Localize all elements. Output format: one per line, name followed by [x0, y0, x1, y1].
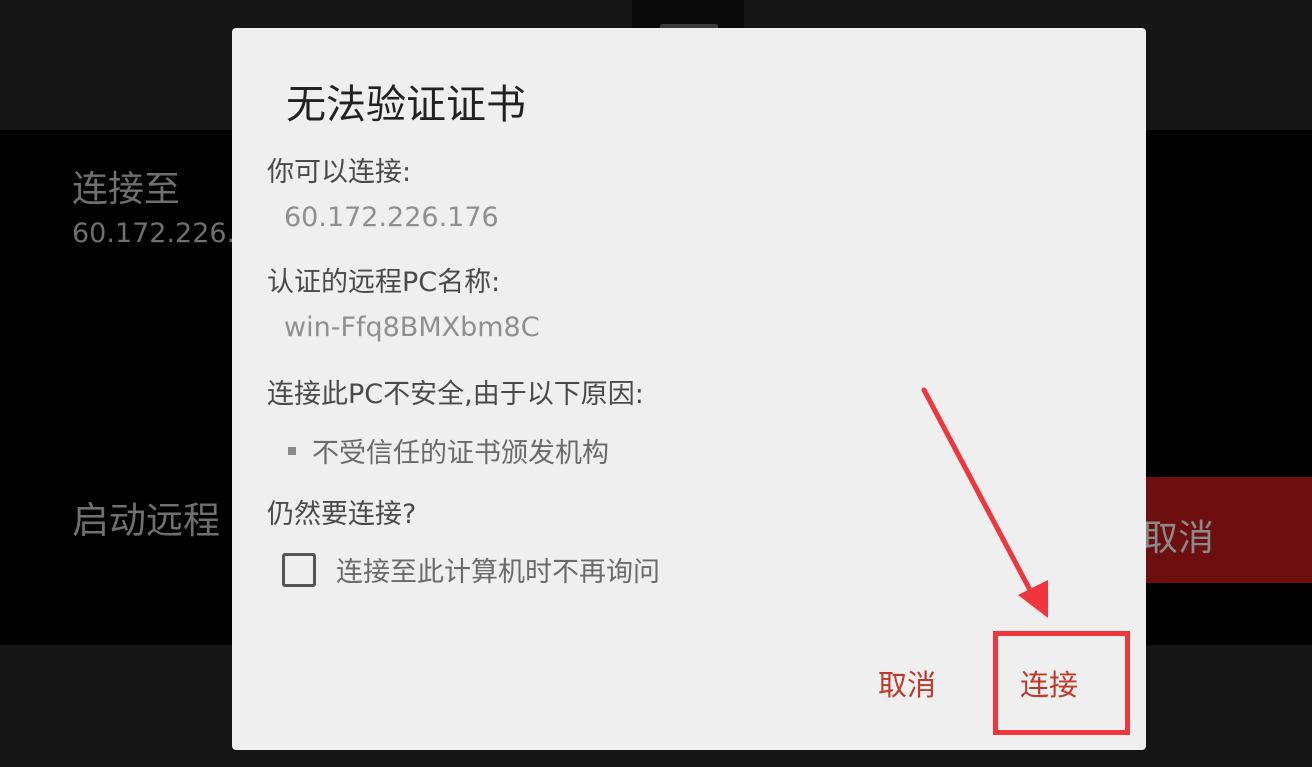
- bullet-icon: [288, 446, 296, 455]
- dont-ask-again-checkbox[interactable]: [282, 552, 316, 587]
- still-connect-label: 仍然要连接?: [267, 499, 417, 530]
- cancel-button[interactable]: 取消: [878, 662, 936, 704]
- pc-name-value: win-Ffq8BMXbm8C: [284, 312, 540, 343]
- connect-to-label: 连接至: [72, 169, 181, 210]
- insecure-reason-label: 连接此PC不安全,由于以下原因:: [267, 379, 644, 410]
- background-cancel-label: 取消: [1142, 518, 1215, 559]
- can-connect-label: 你可以连接:: [267, 157, 412, 188]
- annotation-highlight-box: [993, 631, 1130, 735]
- reason-list-item: 不受信任的证书颁发机构: [288, 431, 609, 470]
- start-remote-label: 启动远程: [72, 499, 220, 542]
- pc-name-label: 认证的远程PC名称:: [267, 267, 501, 298]
- reason-text: 不受信任的证书颁发机构: [312, 438, 609, 469]
- background-cancel-button: 取消: [1130, 477, 1312, 583]
- dont-ask-again-label[interactable]: 连接至此计算机时不再询问: [336, 550, 660, 589]
- address-text: 60.172.226.: [72, 218, 236, 249]
- dialog-title: 无法验证证书: [286, 82, 526, 128]
- ip-address-value: 60.172.226.176: [284, 202, 499, 233]
- dont-ask-again-row[interactable]: 连接至此计算机时不再询问: [282, 550, 660, 589]
